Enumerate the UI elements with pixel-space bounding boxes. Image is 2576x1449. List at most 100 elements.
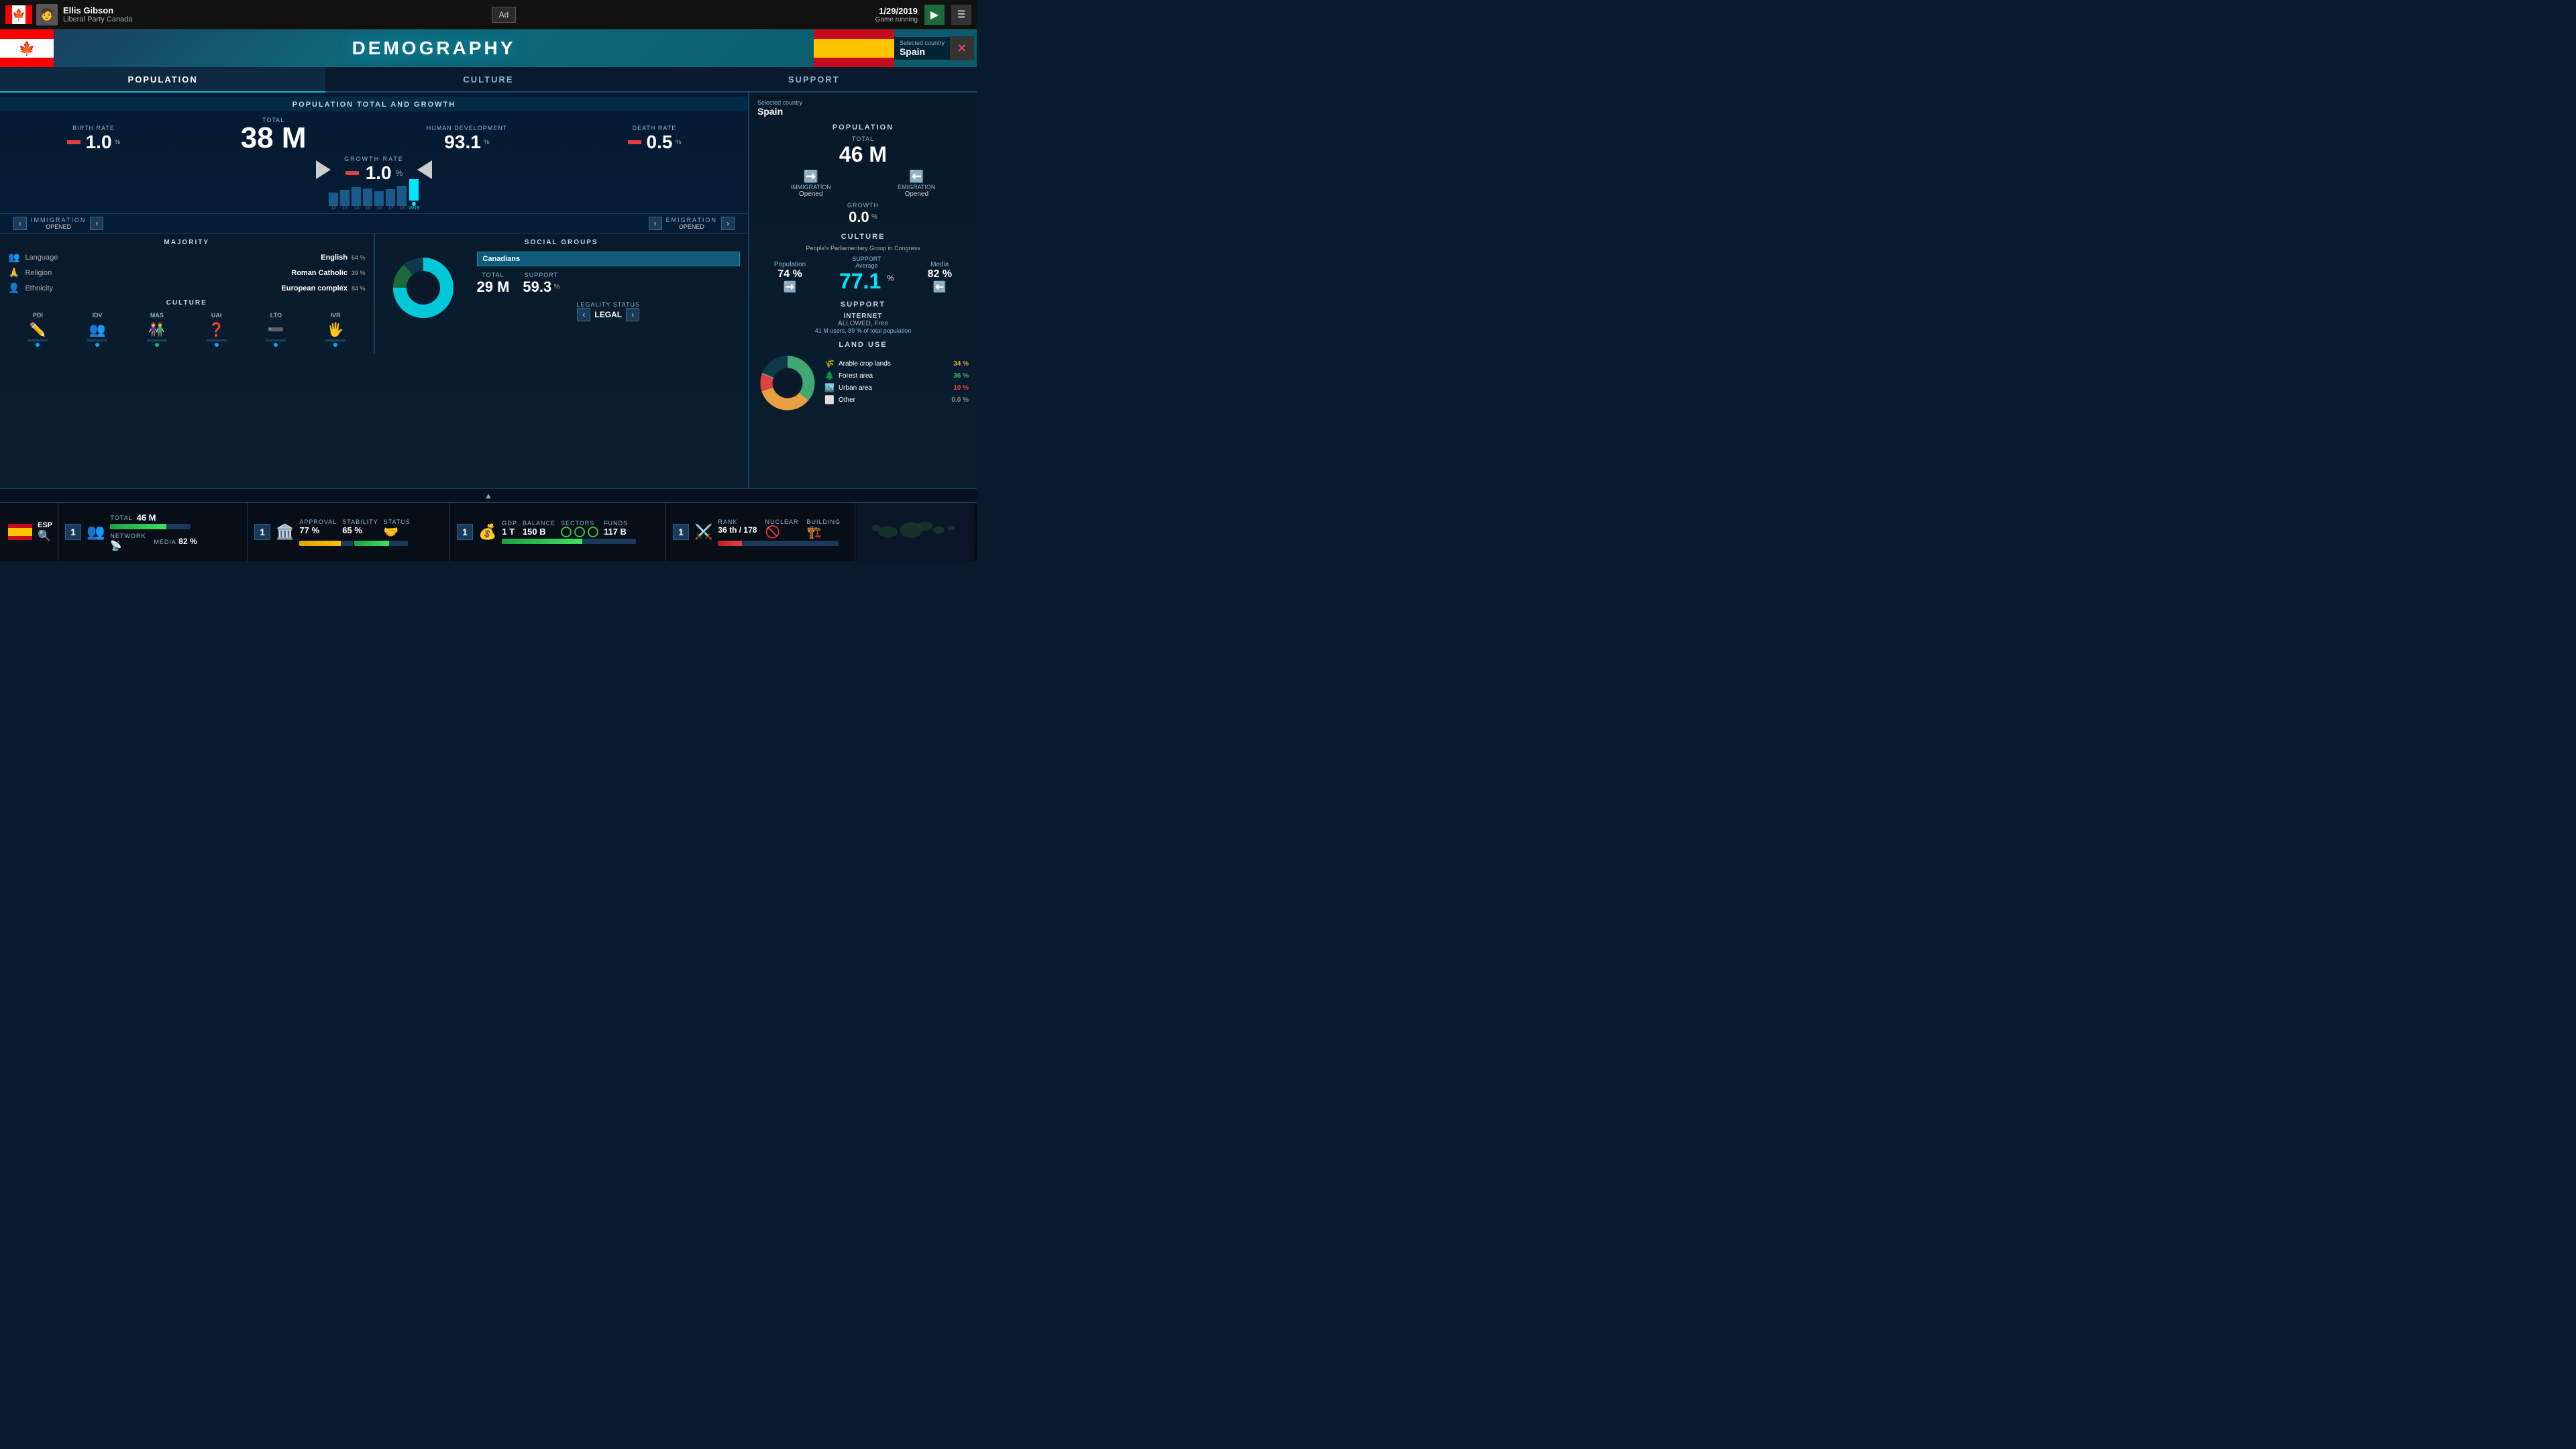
- sector1: [561, 527, 572, 537]
- approval-label: APPROVAL: [299, 519, 337, 525]
- chart-bar-15: 15: [363, 189, 372, 211]
- majority-language: 👥 Language English 64 %: [8, 252, 366, 263]
- language-pct: 64 %: [352, 254, 366, 261]
- social-group-tag: Canadians: [477, 252, 741, 266]
- growth-block: GROWTH RATE 1.0 %: [344, 156, 404, 184]
- approval-section-number: 1: [254, 524, 270, 540]
- land-use-title: LAND USE: [757, 341, 969, 349]
- immigration-next[interactable]: ›: [90, 217, 103, 230]
- sidebar-avg-support: SUPPORTAverage 77.1 %: [839, 256, 894, 294]
- bottom-bar: ESP 🔍 1 👥 TOTAL 46 M NETWORK 📡 MEDIA: [0, 502, 977, 561]
- gdp-label: GDP: [502, 520, 517, 527]
- birth-rate-label: BIRTH RATE: [67, 125, 121, 131]
- sidebar-emig-status: Opened: [898, 191, 935, 198]
- selected-country-badge: Selected country Spain: [894, 37, 950, 60]
- legal-prev[interactable]: ‹: [577, 308, 590, 321]
- chart-bar-14: 14: [352, 187, 361, 211]
- support-avg-value: 77.1 %: [839, 269, 894, 294]
- player-info: Ellis Gibson Liberal Party Canada: [63, 5, 132, 23]
- game-status: Game running: [875, 16, 918, 23]
- mil-section-number: 1: [673, 524, 689, 540]
- growth-trend-icon: [345, 171, 359, 175]
- balance-value: 150 B: [523, 527, 555, 537]
- immigration-status: OPENED: [31, 223, 86, 230]
- sidebar-emigration: ⬅️ EMIGRATION Opened: [898, 170, 935, 198]
- sidebar-pop-support: Population 74 % ➡️: [774, 261, 806, 294]
- canada-flag: 🍁: [5, 5, 32, 24]
- internet-label: INTERNET: [757, 313, 969, 320]
- stability-bar: [354, 541, 408, 546]
- bottom-gdp: 1 💰 GDP 1 T BALANCE 150 B SECTORS: [451, 503, 666, 561]
- land-use-content: 🌾 Arable crop lands 34 % 🌲 Forest area 3…: [757, 353, 969, 413]
- uai-icon: ❓: [207, 321, 227, 338]
- social-total-label: TOTAL: [477, 272, 510, 278]
- growth-rate-row: GROWTH RATE 1.0 %: [0, 153, 748, 186]
- sidebar-sel-value: Spain: [757, 106, 969, 117]
- emigration-next[interactable]: ›: [721, 217, 735, 230]
- sidebar-growth: GROWTH 0.0 %: [757, 202, 969, 226]
- land-use-donut: [757, 353, 818, 413]
- emigration-nav: ‹ EMIGRATION OPENED ›: [649, 217, 735, 230]
- nuclear-label: NUCLEAR: [765, 519, 798, 525]
- network-icon: 📡: [110, 540, 146, 551]
- other-pct: 0.0 %: [951, 396, 969, 404]
- emigration-prev[interactable]: ‹: [649, 217, 662, 230]
- gdp-bar: [502, 539, 636, 544]
- sidebar-culture-title: CULTURE: [757, 233, 969, 241]
- tab-population[interactable]: POPULATION: [0, 67, 325, 93]
- menu-button[interactable]: ☰: [951, 5, 971, 25]
- legality-value: LEGAL: [594, 310, 622, 319]
- sidebar-population: POPULATION TOTAL 46 M ➡️ IMMIGRATION Ope…: [757, 123, 969, 226]
- urban-icon: 🏙️: [824, 383, 835, 392]
- forest-name: Forest area: [839, 372, 951, 380]
- land-forest-row: 🌲 Forest area 36 %: [824, 371, 969, 380]
- gdp-value: 1 T: [502, 527, 517, 537]
- pop-stats: TOTAL 46 M NETWORK 📡 MEDIA 82 %: [110, 513, 197, 551]
- arable-name: Arable crop lands: [839, 360, 951, 368]
- support-avg-label: SUPPORTAverage: [839, 256, 894, 269]
- search-icon[interactable]: 🔍: [38, 529, 52, 543]
- ad-button[interactable]: Ad: [492, 7, 517, 23]
- sidebar-selected: Selected country Spain: [757, 99, 969, 117]
- death-rate-label: DEATH RATE: [628, 125, 682, 131]
- culture-uai: UAI ❓: [207, 312, 227, 348]
- sidebar-imm-status: Opened: [791, 191, 831, 198]
- pop-total-section: POPULATION TOTAL AND GROWTH BIRTH RATE 1…: [0, 93, 748, 233]
- sector2: [574, 527, 585, 537]
- birth-rate-value: 1.0: [86, 131, 112, 153]
- sidebar-total-value: 46 M: [757, 142, 969, 167]
- chart-container: 12 13 14 15: [0, 186, 748, 213]
- toggle-bar[interactable]: ▲: [0, 488, 977, 502]
- culture-title: CULTURE: [8, 299, 366, 307]
- death-rate-pct: %: [675, 139, 681, 146]
- ethnicity-key: Ethnicity: [25, 284, 281, 292]
- close-button[interactable]: ✕: [950, 36, 974, 60]
- sidebar-pop-support-value: 74 %: [774, 268, 806, 280]
- legal-next[interactable]: ›: [626, 308, 639, 321]
- sidebar-media-label: Media: [928, 261, 952, 268]
- pop-bar: [110, 524, 191, 529]
- lto-icon: ➖: [266, 321, 286, 338]
- sidebar-total-label: TOTAL: [757, 136, 969, 142]
- arrow-right-icon: [316, 160, 331, 179]
- religion-value: Roman Catholic: [291, 269, 347, 277]
- death-rate-block: DEATH RATE 0.5 %: [628, 125, 682, 153]
- tab-support[interactable]: SUPPORT: [651, 67, 977, 93]
- ethnicity-pct: 84 %: [352, 285, 366, 292]
- sectors-label: SECTORS: [561, 520, 598, 527]
- spain-flag: [814, 30, 894, 67]
- game-date: 1/29/2019: [875, 6, 918, 16]
- player-party: Liberal Party Canada: [63, 15, 132, 23]
- sidebar-imm-label: IMMIGRATION: [791, 184, 831, 191]
- tab-culture[interactable]: CULTURE: [325, 67, 651, 93]
- sidebar-growth-label: GROWTH: [757, 202, 969, 209]
- majority-panel: MAJORITY 👥 Language English 64 % 🙏 Relig…: [0, 233, 374, 354]
- land-urban-row: 🏙️ Urban area 10 %: [824, 383, 969, 392]
- sidebar-land-use: LAND USE 🌾: [757, 341, 969, 413]
- pop-stats-row: BIRTH RATE 1.0 % TOTAL 38 M HUMAN DEVELO…: [0, 117, 748, 153]
- land-use-table: 🌾 Arable crop lands 34 % 🌲 Forest area 3…: [824, 359, 969, 407]
- social-stats: TOTAL 29 M SUPPORT 59.3 %: [477, 272, 741, 296]
- avatar: 🧑: [36, 4, 58, 25]
- play-button[interactable]: ▶: [924, 5, 945, 25]
- immigration-prev[interactable]: ‹: [13, 217, 27, 230]
